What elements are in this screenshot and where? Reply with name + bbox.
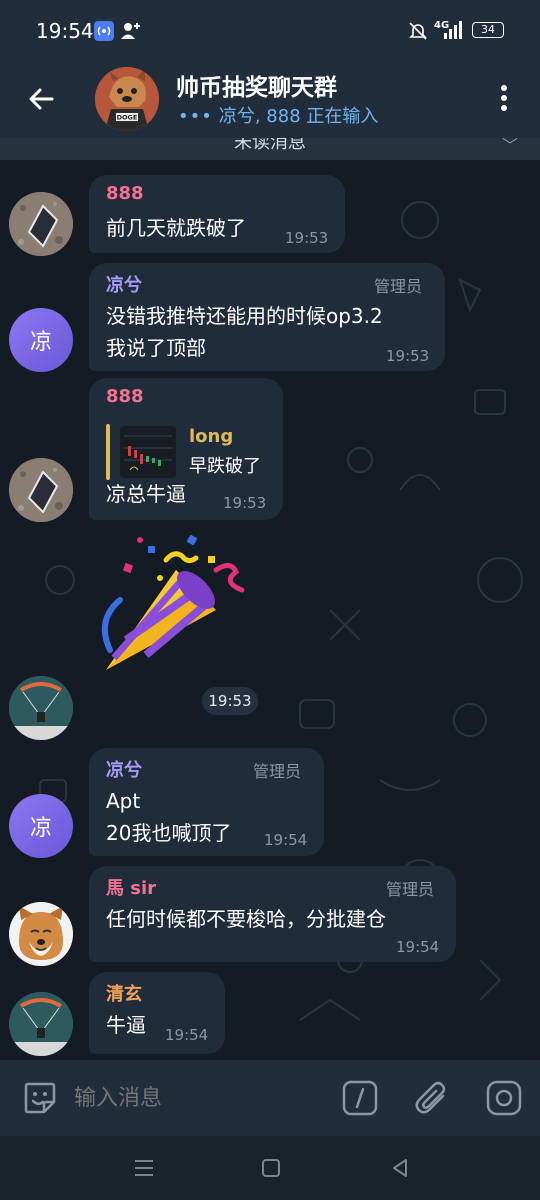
sender-name[interactable]: 馬 sir [106,874,156,900]
status-time: 19:54 [36,19,94,43]
avatar-888[interactable] [9,192,73,256]
signal-icon [444,21,462,39]
add-user-icon [121,23,140,39]
avatar-letter: 凉 [29,816,52,841]
avatar-liangxi[interactable]: 凉 [9,794,73,858]
message-time: 19:54 [264,831,308,849]
sender-name[interactable]: 凉兮 [106,756,142,782]
avatar-888-image [9,192,73,256]
camera-icon[interactable] [486,1080,522,1116]
back-arrow-icon[interactable] [24,82,58,116]
group-avatar[interactable]: DOGE [95,67,159,131]
avatar-liangxi[interactable]: 凉 [9,308,73,372]
attach-paperclip-icon[interactable] [413,1078,451,1118]
message-time: 19:54 [165,1026,209,1044]
typing-status: ••• 凉兮, 888 正在输入 [178,102,378,128]
party-popper-sticker[interactable] [96,530,246,690]
avatar-qingxuan[interactable] [9,992,73,1056]
message-text: Apt [106,789,141,813]
nfc-icon [94,21,114,41]
message-text: 任何时候都不要梭哈，分批建仓 [106,907,386,931]
reply-thumbnail-chart [120,426,176,478]
message-input[interactable] [74,1082,324,1114]
recent-apps-icon[interactable] [132,1156,156,1180]
nav-back-icon[interactable] [388,1156,412,1180]
avatar-888[interactable] [9,458,73,522]
message-text: 牛逼 [106,1013,146,1037]
avatar-888-image [9,458,73,522]
chart-thumbnail-image [120,426,176,478]
message-list[interactable]: 888 前几天就跌破了 19:53 凉 凉兮 管理员 没错我推特还能用的时候op… [0,160,540,1060]
reply-preview[interactable]: long 早跌破了 [106,424,276,480]
message-bubble[interactable]: 凉兮 管理员 Apt 20我也喊顶了 19:54 [89,748,324,856]
message-bubble[interactable]: 凉兮 管理员 没错我推特还能用的时候op3.2 我说了顶部 19:53 [89,263,445,371]
message-text: 凉总牛逼 [106,482,186,506]
message-time: 19:53 [285,229,329,247]
message-text: 前几天就跌破了 [106,216,246,240]
message-text: 没错我推特还能用的时候op3.2 [106,304,383,328]
admin-badge: 管理员 [386,880,435,899]
message-bubble[interactable]: 清玄 牛逼 19:54 [89,972,225,1054]
status-bar: 19:54 4G 34 [0,0,540,60]
sender-name[interactable]: 888 [106,386,144,407]
avatar-parachute-image [9,992,73,1056]
bot-commands-icon[interactable] [342,1080,378,1116]
chat-header: DOGE 帅币抽奖聊天群 ••• 凉兮, 888 正在输入 [0,60,540,138]
message-time: 19:53 [223,494,267,512]
sticker-time: 19:53 [202,687,258,715]
admin-badge: 管理员 [253,762,302,781]
message-bubble[interactable]: 888 long 早跌破了 凉总牛逼 19:53 [89,378,283,520]
typing-dots-icon: ••• [178,106,213,127]
typing-text: 凉兮, 888 正在输入 [218,106,379,127]
reply-text: 早跌破了 [189,456,261,477]
avatar-ma-sir[interactable] [9,902,73,966]
message-bubble[interactable]: 馬 sir 管理员 任何时候都不要梭哈，分批建仓 19:54 [89,866,456,962]
avatar-letter: 凉 [29,330,52,355]
unread-label: 未读消息 [234,138,306,153]
mute-icon [409,22,427,40]
battery-level: 34 [481,23,495,36]
group-title[interactable]: 帅币抽奖聊天群 [176,68,337,102]
sticker-emoji-icon[interactable] [22,1080,58,1116]
message-text: 20我也喊顶了 [106,821,232,845]
sender-name[interactable]: 888 [106,183,144,204]
reply-sender: long [189,426,234,447]
avatar-shiba-image [9,902,73,966]
reply-accent-bar [106,424,110,480]
doge-avatar-image: DOGE [95,67,159,131]
message-time: 19:54 [396,938,440,956]
battery-icon: 34 [472,22,504,38]
chevron-down-icon[interactable]: ﹀ [502,138,518,156]
message-input-bar [0,1060,540,1136]
more-options-icon[interactable] [494,80,514,116]
sender-name[interactable]: 凉兮 [106,271,142,297]
avatar-parachute-image [9,676,73,740]
message-text: 我说了顶部 [106,336,206,360]
doge-logo-text: DOGE [117,114,138,122]
admin-badge: 管理员 [374,277,423,296]
avatar-qingxuan[interactable] [9,676,73,740]
message-bubble[interactable]: 888 前几天就跌破了 19:53 [89,175,345,253]
system-navigation-bar [0,1136,540,1200]
message-time: 19:53 [386,347,430,365]
unread-messages-banner: 未读消息 ﹀ [0,138,540,160]
home-icon[interactable] [259,1156,283,1180]
sender-name[interactable]: 清玄 [106,980,142,1006]
